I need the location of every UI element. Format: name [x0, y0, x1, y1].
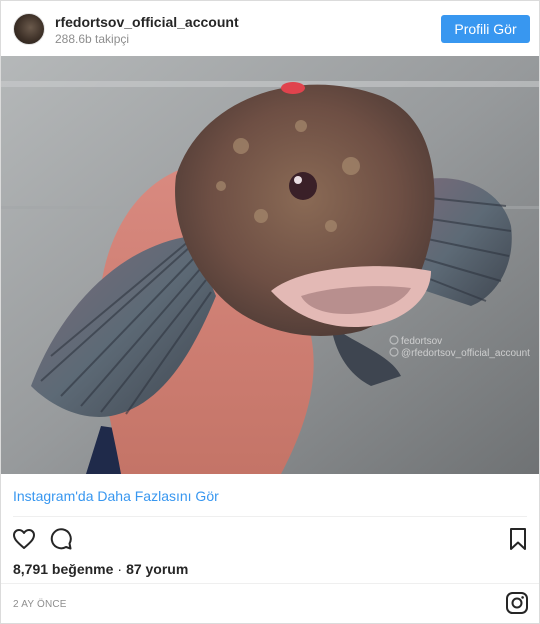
- engagement-summary: 8,791 beğenme · 87 yorum: [13, 561, 188, 577]
- fish-photo: fedortsov @rfedortsov_official_account: [1, 56, 539, 474]
- separator-dot: ·: [117, 561, 123, 577]
- heart-icon[interactable]: [12, 527, 36, 551]
- comment-icon[interactable]: [49, 527, 73, 551]
- instagram-embed-card: rfedortsov_official_account 288.6b takip…: [0, 0, 540, 624]
- watermark-account: @rfedortsov_official_account: [401, 348, 530, 359]
- username-link[interactable]: rfedortsov_official_account: [55, 14, 239, 30]
- watermark-handle: fedortsov: [401, 336, 442, 347]
- view-more-on-instagram-link[interactable]: Instagram'da Daha Fazlasını Gör: [13, 488, 219, 504]
- post-timestamp: 2 AY ÖNCE: [13, 599, 67, 610]
- follower-count: 288.6b takipçi: [55, 32, 130, 46]
- instagram-icon[interactable]: [505, 591, 529, 615]
- avatar[interactable]: [13, 13, 45, 45]
- divider: [13, 516, 527, 517]
- post-image[interactable]: fedortsov @rfedortsov_official_account: [1, 56, 539, 474]
- divider: [1, 583, 539, 584]
- bookmark-icon[interactable]: [506, 527, 530, 551]
- like-count[interactable]: 8,791 beğenme: [13, 561, 113, 577]
- post-header: rfedortsov_official_account 288.6b takip…: [1, 1, 539, 55]
- comment-count[interactable]: 87 yorum: [126, 561, 188, 577]
- view-profile-button[interactable]: Profili Gör: [441, 15, 530, 43]
